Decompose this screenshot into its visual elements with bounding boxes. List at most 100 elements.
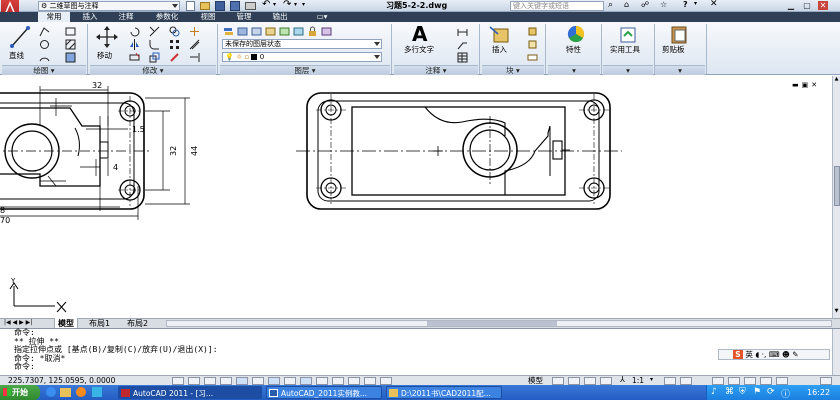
tab-parametric[interactable]: 参数化 [146,12,188,22]
model-space-label[interactable]: 模型 [528,376,543,385]
panel-block[interactable]: 块 ▾ [482,65,544,75]
stretch-icon[interactable] [128,51,140,62]
tab-home[interactable]: 常用 [38,12,70,22]
quick-launch-ie-icon[interactable] [46,387,56,397]
start-button[interactable]: 开始 [0,385,40,400]
extend-icon[interactable] [188,51,200,62]
annotation-scale-dropdown-icon[interactable]: ▾ [650,376,653,383]
rotate-icon[interactable] [128,25,140,37]
table-icon[interactable] [456,51,468,63]
taskbar-item-explorer[interactable]: D:\2011书\CAD2011配... [386,386,502,399]
array-icon[interactable] [168,38,179,49]
create-block-icon[interactable] [526,25,537,36]
annotation-scale[interactable]: 1:1 [632,376,644,385]
auto-scale-button[interactable] [680,377,692,385]
taskbar-clock[interactable]: 16:22 [807,385,830,400]
panel-draw[interactable]: 绘图 ▾ [2,65,86,75]
layer-isolate-icon[interactable] [264,25,276,36]
edit-block-icon[interactable] [526,38,537,49]
move-tool-button[interactable]: 移动 [92,24,122,62]
status-bar-menu-button[interactable] [776,377,788,385]
lineweight-button[interactable] [316,377,328,385]
hatch-icon[interactable] [64,38,76,50]
layer-previous-icon[interactable] [250,25,262,36]
circle-icon[interactable] [38,38,49,49]
insert-block-button[interactable]: 插入 [486,24,520,62]
workspace-switcher[interactable]: ⚙ 二维草图与注释 [38,1,180,11]
scroll-down-arrow-icon[interactable]: ▼ [833,308,840,316]
properties-dropdown[interactable]: ▾ [548,65,600,75]
ime-punctuation-icon[interactable]: ◖ ·, [755,350,766,359]
ime-mode-label[interactable]: 英 [745,350,753,359]
search-input[interactable]: 键入关键字或短语 [510,1,604,11]
ime-skin-icon[interactable]: ✎ [792,350,798,359]
polyline-icon[interactable] [38,25,50,37]
qat-dropdown-icon[interactable]: ▾ [302,1,305,8]
horizontal-scrollbar[interactable] [166,320,832,327]
utilities-button[interactable]: 实用工具 [606,24,650,62]
ortho-mode-button[interactable] [204,377,216,385]
tray-security-icon[interactable]: ⛨ [739,387,746,397]
drawing-canvas[interactable]: ▬▣✕ 32 1.5 4 32 44 8 70 Y [0,76,832,318]
help-dropdown-icon[interactable]: ▾ [694,0,697,7]
properties-button[interactable]: 特性 [556,24,596,62]
fillet-icon[interactable] [148,38,159,50]
subscription-icon[interactable]: ⌂ [624,0,629,9]
tray-network-icon[interactable]: ⌘ [725,387,734,397]
isolate-objects-button[interactable] [760,377,772,385]
allow-disallow-ucs-button[interactable] [284,377,296,385]
quick-properties-button[interactable] [348,377,360,385]
utilities-dropdown[interactable]: ▾ [603,65,653,75]
mtext-tool-button[interactable]: A 多行文字 [398,22,446,62]
trim-icon[interactable] [148,25,160,37]
layer-match-icon[interactable] [320,25,332,36]
redo-icon[interactable]: ↷ [283,0,291,10]
3d-object-snap-button[interactable] [252,377,264,385]
layer-state-icon[interactable] [236,25,248,36]
tray-volume-icon[interactable]: ♪ [711,387,717,397]
pan-button[interactable] [584,377,596,385]
quick-launch-app-icon[interactable] [92,387,102,397]
hardware-acceleration-button[interactable] [744,377,756,385]
tray-info-icon[interactable]: ⓘ [781,387,790,400]
scale-icon[interactable] [148,51,160,63]
minimize-window-button[interactable]: ▁ [786,1,796,10]
coordinate-readout[interactable]: 225.7307, 125.0595, 0.0000 [8,376,115,385]
annotation-scale-icon[interactable]: ⅄ [620,375,625,384]
new-file-icon[interactable] [186,1,195,11]
taskbar-item-word-doc[interactable]: AutoCAD_2011实例教... [266,386,382,399]
layer-lock-icon[interactable] [306,25,317,36]
mirror-icon[interactable] [128,38,139,50]
quick-launch-folder-icon[interactable] [60,388,71,397]
vertical-scrollbar[interactable]: ▲ ▼ [832,76,840,318]
layer-off-icon[interactable] [278,25,290,36]
undo-icon[interactable]: ↶ [262,0,270,10]
layer-freeze-icon[interactable] [292,25,304,36]
clipboard-dropdown[interactable]: ▾ [655,65,705,75]
open-folder-icon[interactable] [200,2,210,10]
layer-select[interactable]: 💡 ☼ ▫ 0 [222,52,382,62]
quick-view-drawings-button[interactable] [568,377,580,385]
erase-icon[interactable] [168,51,179,62]
selection-cycling-button[interactable] [364,377,376,385]
annotation-visibility-button[interactable] [664,377,676,385]
redo-dropdown-icon[interactable]: ▾ [294,1,297,8]
dynamic-input-button[interactable] [300,377,312,385]
line-tool-button[interactable]: 直线 [4,24,34,62]
clean-screen-button[interactable] [820,377,832,385]
undo-dropdown-icon[interactable]: ▾ [273,1,276,8]
snap-mode-button[interactable] [172,377,184,385]
object-snap-button[interactable] [236,377,248,385]
tab-insert[interactable]: 插入 [74,12,106,22]
gradient-icon[interactable] [64,51,76,63]
sogou-logo-icon[interactable]: S [733,350,743,359]
transparency-button[interactable] [332,377,344,385]
favorites-icon[interactable]: ☆ [660,0,667,9]
tab-output[interactable]: 输出 [264,12,296,22]
panel-annotation[interactable]: 注释 ▾ [394,65,478,75]
close-window-button[interactable]: ✕ [818,1,828,10]
maximize-window-button[interactable]: ▢ [802,1,812,10]
plot-icon[interactable] [245,2,256,10]
explode-icon[interactable] [188,25,199,36]
zoom-button[interactable] [600,377,612,385]
